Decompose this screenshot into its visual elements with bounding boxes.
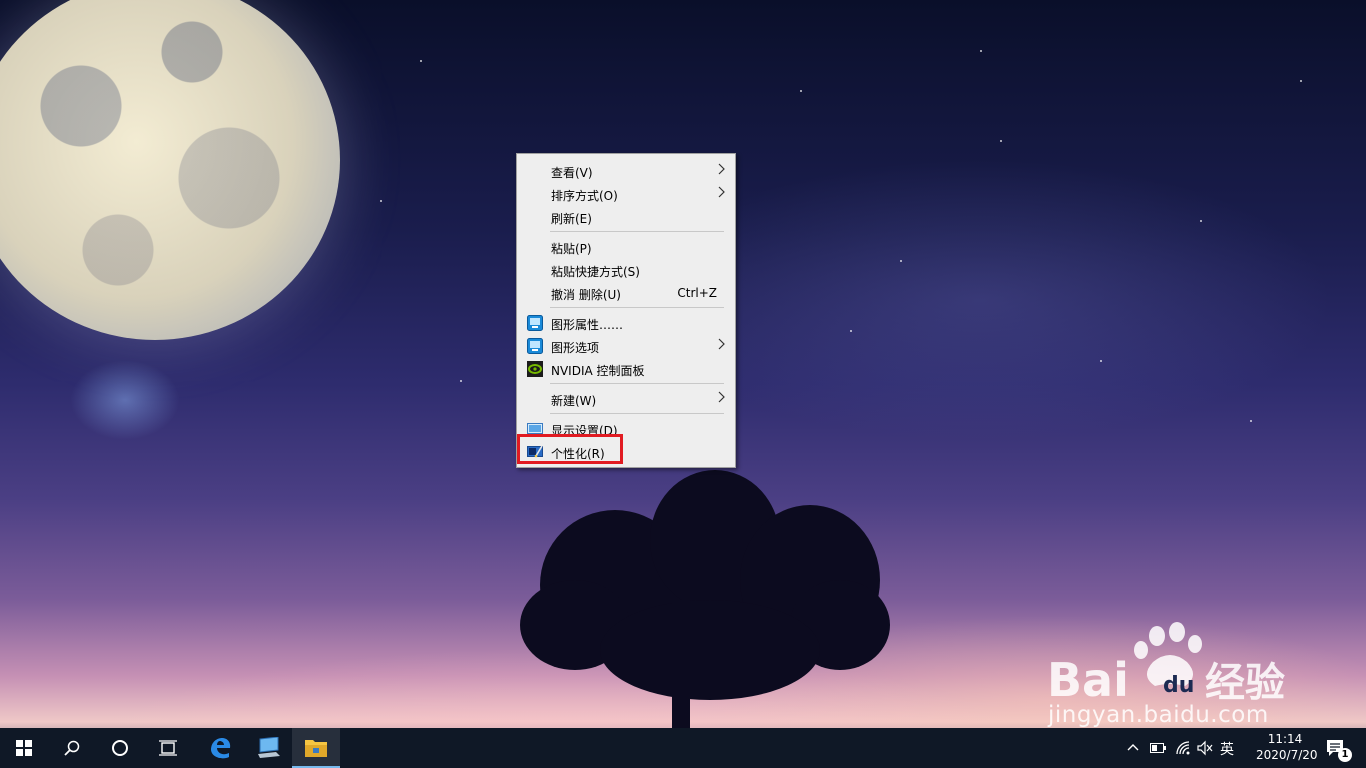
moon-reflection: [70, 360, 180, 440]
menu-item-undo-delete[interactable]: 撤消 删除(U) Ctrl+Z: [517, 282, 735, 304]
submenu-arrow-icon: [718, 186, 725, 198]
baidu-jingyan-logo: Bai du 经验: [1047, 622, 1285, 702]
menu-item-graphics-properties[interactable]: 图形属性……: [517, 312, 735, 334]
this-pc-button[interactable]: [244, 728, 292, 768]
show-hidden-icons-chevron-icon[interactable]: [1127, 742, 1139, 752]
submenu-arrow-icon: [718, 391, 725, 403]
menu-item-paste-shortcut[interactable]: 粘贴快捷方式(S): [517, 259, 735, 281]
menu-item-paste[interactable]: 粘贴(P): [517, 236, 735, 258]
desktop-context-menu: 查看(V) 排序方式(O) 刷新(E) 粘贴(P) 粘贴快捷方式(S) 撤消 删…: [516, 153, 736, 468]
volume-muted-icon[interactable]: [1197, 740, 1213, 756]
menu-item-nvidia-control-panel[interactable]: NVIDIA 控制面板: [517, 358, 735, 380]
menu-separator: [550, 413, 724, 414]
highlight-box: [517, 434, 623, 464]
shortcut-label: Ctrl+Z: [677, 286, 717, 300]
menu-item-graphics-options[interactable]: 图形选项: [517, 335, 735, 357]
edge-icon: [211, 738, 231, 759]
menu-separator: [550, 383, 724, 384]
submenu-arrow-icon: [718, 163, 725, 175]
battery-icon[interactable]: [1150, 743, 1166, 753]
task-view-button[interactable]: [144, 728, 192, 768]
intel-graphics-icon: [527, 338, 543, 354]
nvidia-icon: [527, 361, 543, 377]
menu-item-new[interactable]: 新建(W): [517, 388, 735, 410]
task-view-icon: [159, 740, 177, 756]
intel-graphics-icon: [527, 315, 543, 331]
action-center-button[interactable]: 1: [1318, 728, 1366, 768]
windows-start-icon: [16, 740, 32, 756]
moon: [0, 0, 340, 340]
svg-text:经验: 经验: [1205, 660, 1285, 702]
notification-count-badge: 1: [1338, 748, 1352, 762]
menu-separator: [550, 231, 724, 232]
search-button[interactable]: [48, 728, 96, 768]
svg-text:du: du: [1163, 673, 1194, 698]
menu-item-sort-by[interactable]: 排序方式(O): [517, 183, 735, 205]
input-method-indicator[interactable]: 英: [1220, 739, 1234, 759]
submenu-arrow-icon: [718, 338, 725, 350]
clock-time: 11:14: [1267, 732, 1303, 746]
file-explorer-icon: [305, 740, 327, 757]
search-icon: [64, 740, 80, 756]
menu-item-refresh[interactable]: 刷新(E): [517, 206, 735, 228]
cortana-button[interactable]: [96, 728, 144, 768]
clock[interactable]: 11:14 2020/7/20: [1256, 731, 1318, 763]
start-button[interactable]: [0, 728, 48, 768]
watermark-site-url: jingyan.baidu.com: [1048, 702, 1269, 728]
edge-button[interactable]: [196, 728, 244, 768]
clock-date: 2020/7/20: [1256, 748, 1318, 762]
this-pc-icon: [258, 737, 280, 758]
file-explorer-button[interactable]: [292, 728, 340, 768]
svg-text:Bai: Bai: [1047, 653, 1129, 702]
cortana-icon: [112, 740, 128, 756]
taskbar: 英 11:14 2020/7/20 1: [0, 728, 1366, 768]
menu-separator: [550, 307, 724, 308]
menu-item-view[interactable]: 查看(V): [517, 160, 735, 182]
network-icon[interactable]: [1175, 740, 1191, 756]
